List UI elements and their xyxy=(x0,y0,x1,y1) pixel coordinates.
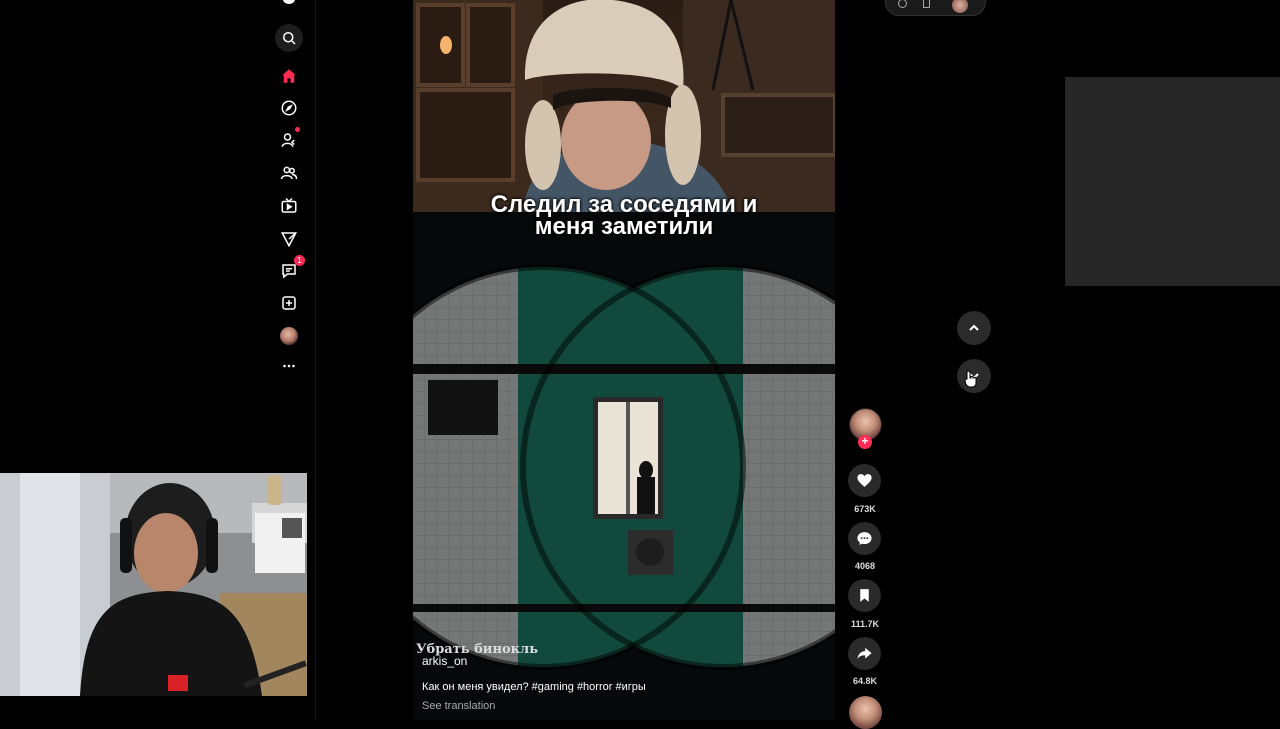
nav-messages[interactable] xyxy=(275,225,303,253)
nav-home[interactable] xyxy=(275,62,303,90)
nav-more[interactable] xyxy=(275,352,303,380)
logo-icon[interactable] xyxy=(283,0,295,4)
settings-icon[interactable] xyxy=(898,0,907,8)
bookmark-icon xyxy=(860,589,869,602)
following-dot xyxy=(295,127,300,132)
follow-button[interactable]: + xyxy=(858,435,872,449)
see-translation-link[interactable]: See translation xyxy=(422,700,495,712)
hashtag-igry[interactable]: #игры xyxy=(615,681,645,693)
save-count: 111.7K xyxy=(850,619,880,629)
nav-friends[interactable] xyxy=(275,159,303,187)
chevron-up-icon xyxy=(969,324,979,331)
streamer-camera-frame xyxy=(413,0,835,212)
home-icon xyxy=(282,69,296,83)
profile-avatar xyxy=(280,327,298,345)
overlay-panel xyxy=(1065,77,1280,286)
hashtag-gaming[interactable]: #gaming xyxy=(532,681,574,693)
sound-disc-avatar[interactable] xyxy=(849,696,882,729)
nav-live[interactable] xyxy=(275,192,303,220)
nav-explore[interactable] xyxy=(275,94,303,122)
video-description: Как он меня увидел? #gaming #horror #игр… xyxy=(422,681,646,693)
video-player[interactable]: Следил за соседями и меня заметили Убрат… xyxy=(413,0,835,720)
like-count: 673K xyxy=(854,504,876,514)
search-button[interactable] xyxy=(275,24,303,52)
share-icon xyxy=(857,647,872,660)
author-username[interactable]: arkis_on xyxy=(422,654,467,668)
video-caption: Следил за соседями и меня заметили xyxy=(413,193,835,240)
like-button[interactable] xyxy=(848,464,881,497)
hand-cursor-icon xyxy=(964,370,977,388)
share-count: 64.8K xyxy=(852,676,878,686)
search-icon xyxy=(283,32,296,45)
explore-icon xyxy=(281,100,297,116)
comment-count: 4068 xyxy=(854,561,876,571)
description-text: Как он меня увидел? xyxy=(422,681,529,693)
nav-upload[interactable] xyxy=(275,289,303,317)
device-icon[interactable] xyxy=(923,0,930,8)
inbox-badge: 1 xyxy=(294,255,305,266)
caption-line-2: меня заметили xyxy=(534,213,714,240)
webcam-feed xyxy=(0,473,307,696)
more-icon xyxy=(283,364,295,368)
friends-icon xyxy=(280,166,298,180)
previous-video-button[interactable] xyxy=(957,311,991,345)
upload-icon xyxy=(282,296,296,310)
user-avatar[interactable] xyxy=(952,0,968,13)
nav-inbox[interactable]: 1 xyxy=(275,255,305,285)
hashtag-horror[interactable]: #horror xyxy=(577,681,612,693)
heart-icon xyxy=(857,474,872,487)
live-icon xyxy=(281,197,297,213)
nav-profile[interactable] xyxy=(275,322,303,350)
comment-button[interactable] xyxy=(848,522,881,555)
messages-send-icon xyxy=(281,232,297,248)
share-button[interactable] xyxy=(848,637,881,670)
top-toolbar-pill xyxy=(885,0,986,16)
save-button[interactable] xyxy=(848,579,881,612)
comment-icon xyxy=(857,532,872,545)
nav-following[interactable] xyxy=(275,126,303,154)
webcam-overlay xyxy=(0,473,307,696)
following-icon xyxy=(281,133,295,147)
